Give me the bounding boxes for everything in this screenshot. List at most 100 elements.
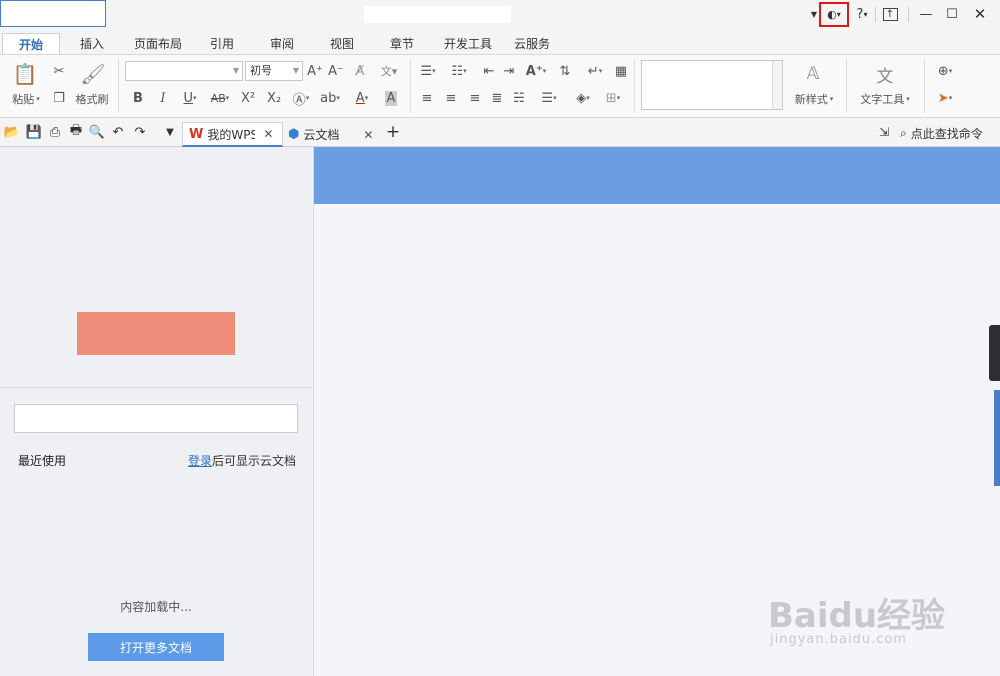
table-icon[interactable]: ▦ [612, 62, 630, 80]
borders-icon[interactable]: ⊞ ▾ [600, 89, 626, 107]
login-hint: 登录后可显示云文档 [188, 454, 297, 468]
ribbon-toolbar: 📋 粘贴 ▾ ✂ ❐ 🖌 格式刷 ▼ 初号 ▼ A⁺ A⁻ A̸ 文▾ B I U ▾… [0, 54, 1000, 118]
text-tools-icon[interactable]: 文 [870, 61, 900, 87]
search-input[interactable] [14, 404, 298, 433]
open-folder-icon[interactable]: 📂 [4, 124, 20, 140]
chevron-down-icon[interactable]: ▼ [162, 124, 178, 140]
panel-toggle-icon[interactable]: ⇲ [876, 124, 892, 140]
italic-button[interactable]: I [155, 89, 171, 107]
tab-cloud-services[interactable]: 云服务 [506, 33, 558, 55]
side-panel-toggle[interactable] [994, 390, 1000, 486]
char-shading-icon[interactable]: A [382, 89, 400, 107]
login-link[interactable]: 登录 [188, 454, 212, 468]
tab-view[interactable]: 视图 [316, 33, 368, 55]
maximize-icon: ☐ [946, 6, 958, 22]
superscript-button[interactable]: X² [238, 89, 258, 107]
underline-button[interactable]: U ▾ [178, 89, 202, 107]
print-preview-icon[interactable]: 🔍 [89, 124, 105, 140]
side-panel-handle[interactable] [989, 325, 1000, 381]
chevron-down-icon: ▾ [36, 95, 40, 103]
chevron-down-icon: ▾ [906, 95, 910, 103]
decrease-indent-icon[interactable]: ⇤ [480, 62, 498, 80]
align-left-icon[interactable]: ≡ [418, 89, 436, 107]
sort-icon[interactable]: ⇅ [556, 62, 574, 80]
copy-icon[interactable]: ❐ [50, 89, 68, 107]
skin-icon: ◐ [827, 8, 837, 21]
text-tools-button[interactable]: 文字工具 ▾ [854, 91, 916, 107]
tab-cloud-docs[interactable]: ⬢ 云文档 ✕ [286, 122, 382, 147]
window-title [364, 6, 511, 23]
font-color-button[interactable]: A ▾ [348, 89, 376, 107]
minimize-button[interactable]: — [918, 4, 934, 24]
text-effect-icon[interactable]: Ⓐ ▾ [290, 89, 312, 108]
justify-icon[interactable]: ≣ [488, 89, 506, 107]
divider [634, 59, 635, 113]
show-marks-icon[interactable]: ↵ ▾ [582, 62, 608, 80]
save-icon[interactable]: 💾 [26, 124, 42, 140]
close-button[interactable]: ✕ [972, 4, 988, 24]
baidu-watermark: Baidu经验 jingyan.baidu.com [760, 578, 980, 658]
new-style-button[interactable]: 新样式 ▾ [788, 91, 840, 107]
new-tab-icon[interactable]: + [385, 122, 401, 142]
chevron-down-icon: ▾ [364, 94, 369, 102]
skin-button[interactable]: ◐ ▾ [819, 2, 849, 27]
line-spacing-icon[interactable]: ☰ ▾ [536, 89, 562, 107]
highlight-icon[interactable]: ab ▾ [316, 89, 344, 107]
cut-icon[interactable]: ✂ [50, 61, 68, 81]
align-center-icon[interactable]: ≡ [442, 89, 460, 107]
paste-button[interactable]: 粘贴 ▾ [6, 91, 46, 107]
new-style-icon[interactable]: 𝔸 [798, 61, 828, 87]
style-gallery-scrollbar[interactable] [772, 61, 782, 109]
chevron-down-icon[interactable]: ▼ [810, 4, 818, 24]
export-pdf-icon[interactable]: ⎙ [47, 124, 63, 140]
strikethrough-button[interactable]: AB ▾ [206, 89, 234, 107]
upload-button[interactable]: ↑ [880, 4, 900, 24]
watermark-subtitle: jingyan.baidu.com [770, 632, 907, 647]
font-size-select[interactable]: 初号 ▼ [245, 61, 303, 81]
bold-button[interactable]: B [130, 89, 146, 107]
recent-label: 最近使用 [18, 454, 67, 468]
increase-indent-icon[interactable]: ⇥ [500, 62, 518, 80]
font-name-select[interactable]: ▼ [125, 61, 243, 81]
subscript-button[interactable]: X₂ [264, 89, 284, 107]
distribute-icon[interactable]: ☵ [510, 89, 528, 107]
help-button[interactable]: ? ▾ [852, 4, 872, 24]
phonetic-guide-icon[interactable]: 文▾ [374, 62, 404, 80]
paste-icon[interactable]: 📋 [10, 61, 40, 87]
find-command-search[interactable]: ⌕ 点此查找命令 [900, 124, 983, 142]
numbered-list-icon[interactable]: ☷ ▾ [446, 62, 472, 80]
format-painter-button[interactable]: 格式刷 [72, 91, 112, 107]
select-pointer-icon[interactable]: ➤ ▾ [930, 89, 960, 107]
undo-icon[interactable]: ↶ [110, 124, 126, 140]
shrink-font-icon[interactable]: A⁻ [327, 62, 345, 80]
tab-review[interactable]: 审阅 [256, 33, 308, 55]
paragraph-shading-icon[interactable]: ◈ ▾ [570, 89, 596, 107]
redo-icon[interactable]: ↷ [132, 124, 148, 140]
chevron-down-icon: ▾ [193, 94, 197, 102]
format-painter-icon[interactable]: 🖌 [80, 61, 106, 87]
search-icon: ⌕ [900, 125, 907, 140]
close-icon[interactable]: ✕ [363, 128, 373, 142]
text-direction-icon[interactable]: A⁺ ▾ [522, 62, 550, 80]
grow-font-icon[interactable]: A⁺ [306, 62, 324, 80]
open-more-docs-button[interactable]: 打开更多文档 [88, 633, 224, 661]
title-area-left [0, 0, 106, 27]
redacted-block [77, 312, 235, 355]
tab-insert[interactable]: 插入 [66, 33, 118, 55]
align-right-icon[interactable]: ≡ [466, 89, 484, 107]
chevron-down-icon: ▾ [225, 94, 230, 102]
tab-chapter[interactable]: 章节 [376, 33, 428, 55]
print-icon[interactable]: 🖶 [68, 123, 84, 140]
tab-home[interactable]: 开始 [2, 33, 60, 55]
style-gallery[interactable] [641, 60, 783, 110]
close-icon[interactable]: ✕ [263, 127, 273, 141]
tab-developer-tools[interactable]: 开发工具 [436, 33, 500, 55]
clear-format-icon[interactable]: A̸ [350, 62, 370, 80]
bullet-list-icon[interactable]: ☰ ▾ [416, 62, 440, 80]
find-replace-icon[interactable]: ⊕ ▾ [930, 62, 960, 80]
tab-references[interactable]: 引用 [196, 33, 248, 55]
tab-my-wps[interactable]: W 我的WPS ✕ [182, 122, 283, 147]
divider [0, 387, 312, 388]
maximize-button[interactable]: ☐ [944, 4, 960, 24]
tab-page-layout[interactable]: 页面布局 [126, 33, 190, 55]
